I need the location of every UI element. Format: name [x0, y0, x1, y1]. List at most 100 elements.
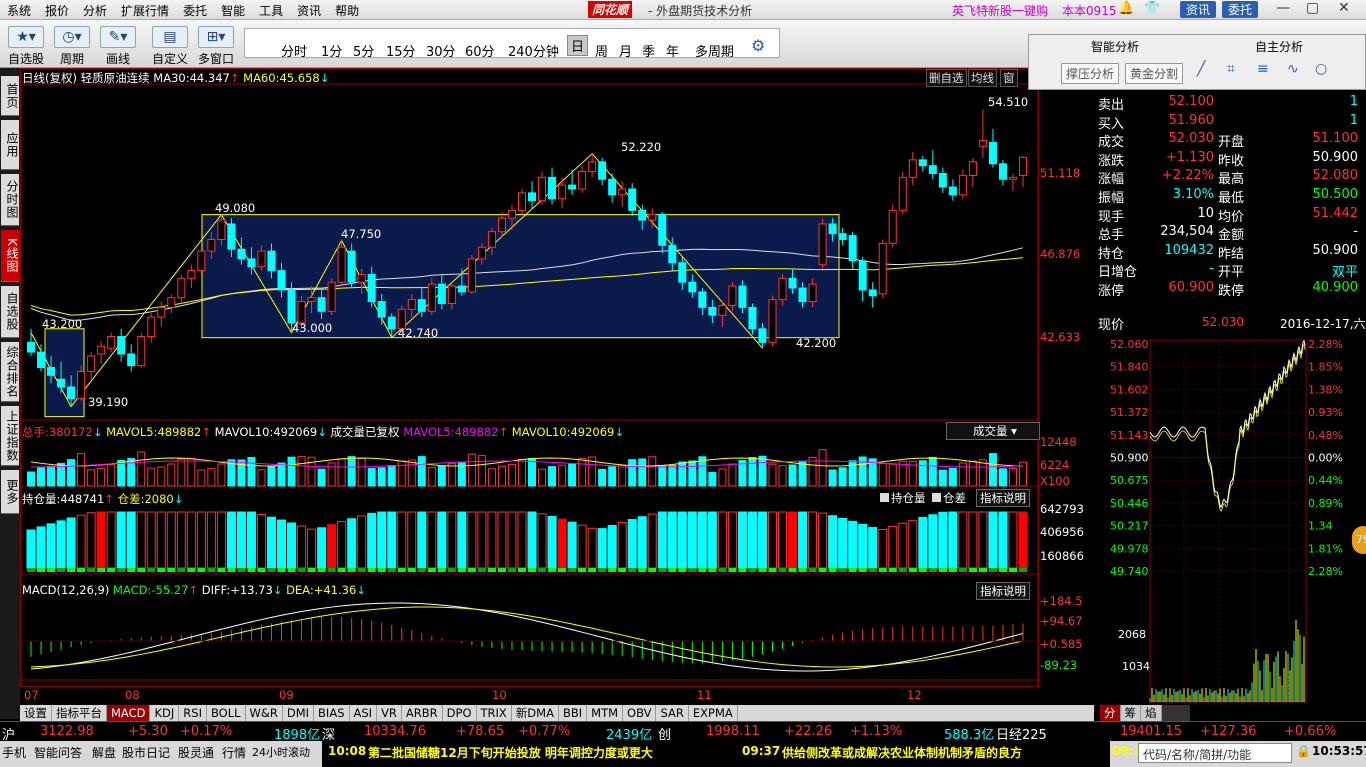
indicator-tab[interactable]: DMI: [283, 705, 315, 721]
indicator-tab[interactable]: MTM: [587, 705, 624, 721]
indicator-tab[interactable]: DPO: [443, 705, 477, 721]
mini-tab-flame[interactable]: 焰: [1141, 705, 1162, 721]
indicator-tab[interactable]: ASI: [350, 705, 378, 721]
status-mobile[interactable]: 手机: [2, 744, 26, 761]
multi-window-button[interactable]: ⊞▾ 多窗口: [194, 24, 238, 66]
indicator-tab[interactable]: TRIX: [477, 705, 512, 721]
period-button[interactable]: ◷▾ 周期: [50, 24, 94, 66]
mini-tab-time[interactable]: 分: [1100, 705, 1121, 721]
mini-timeshare-chart[interactable]: 52.060 2.28% 51.840 1.85% 51.602 1.38% 51.372 0…: [1094, 336, 1366, 706]
period-1min[interactable]: 1分: [321, 41, 342, 60]
side-tab-more[interactable]: 更多: [1, 470, 19, 514]
indicator-tab[interactable]: SAR: [656, 705, 689, 721]
kline-chart-area[interactable]: 日线(复权) 轻质原油连续 MA30:44.347↑ MA60:45.658↓ …: [20, 68, 1094, 705]
wave-tool-icon[interactable]: ∿: [1287, 61, 1299, 77]
indicator-tab[interactable]: RSI: [179, 705, 207, 721]
circle-tool-icon[interactable]: ○: [1315, 61, 1327, 77]
period-15min[interactable]: 15分: [386, 41, 416, 60]
golden-section-button[interactable]: 黄金分割: [1125, 63, 1184, 84]
custom-button[interactable]: ▤ 自定义: [148, 24, 192, 66]
side-tab-watchlist[interactable]: 自选股: [1, 286, 19, 338]
menu-quote[interactable]: 报价: [38, 0, 76, 21]
account-name[interactable]: 本本0915: [1062, 2, 1117, 19]
close-icon[interactable]: ✕: [1338, 0, 1350, 16]
menu-info[interactable]: 资讯: [290, 0, 328, 21]
rect-tool-icon[interactable]: ⌗: [1227, 61, 1235, 77]
menu-trade[interactable]: 委托: [176, 0, 214, 21]
menu-system[interactable]: 系统: [0, 0, 38, 21]
menu-analysis[interactable]: 分析: [76, 0, 114, 21]
macd-indicator-help-button[interactable]: 指标说明: [976, 582, 1030, 600]
period-day[interactable]: 日: [567, 35, 589, 56]
period-fenshi[interactable]: 分时: [281, 41, 307, 60]
status-24h[interactable]: 24小时滚动: [252, 744, 310, 760]
news-headline[interactable]: 供给侧改革或成解决农业体制机制矛盾的良方: [782, 744, 1022, 761]
lock-icon[interactable]: 🔒: [1296, 744, 1311, 758]
status-quote[interactable]: 行情: [222, 744, 246, 761]
window-button[interactable]: 窗: [1000, 69, 1018, 87]
oi-diff-checkbox[interactable]: 仓差: [932, 490, 966, 506]
side-tab-timeshare[interactable]: 分时图: [1, 174, 19, 226]
side-tab-ranking[interactable]: 综合排名: [1, 342, 19, 402]
line-tool-icon[interactable]: ╱: [1197, 61, 1205, 77]
search-input[interactable]: 代码/名称/简拼/功能: [1138, 743, 1292, 763]
indicator-tab[interactable]: W&R: [246, 705, 283, 721]
status-qa[interactable]: 智能问答: [34, 744, 82, 761]
period-quarter[interactable]: 季: [642, 41, 655, 60]
side-tab-home[interactable]: 首页: [1, 76, 19, 116]
minimize-icon[interactable]: —: [1276, 0, 1290, 16]
mini-tab-chips[interactable]: 筹: [1120, 705, 1141, 721]
period-week[interactable]: 周: [595, 41, 608, 60]
period-year[interactable]: 年: [666, 41, 679, 60]
watchlist-button[interactable]: ★▾ 自选股: [4, 24, 48, 66]
indicator-tab[interactable]: VR: [377, 705, 402, 721]
menu-tools[interactable]: 工具: [252, 0, 290, 21]
indicator-tab[interactable]: EXPMA: [689, 705, 738, 721]
menu-smart[interactable]: 智能: [214, 0, 252, 21]
fib-tool-icon[interactable]: ≡: [1257, 61, 1269, 77]
period-multi[interactable]: 多周期: [695, 41, 734, 60]
news-ticker[interactable]: 10:08 第二批国储糖12月下旬开始投放 明年调控力度或更大 09:37 供给…: [322, 741, 1142, 767]
indicator-tab[interactable]: 设置: [20, 705, 52, 721]
shirt-icon[interactable]: 👕: [1144, 1, 1160, 16]
oi-indicator-help-button[interactable]: 指标说明: [976, 489, 1030, 507]
indicator-tab[interactable]: ARBR: [402, 705, 443, 721]
gear-icon[interactable]: ⚙: [751, 36, 765, 55]
period-240min[interactable]: 240分钟: [508, 41, 559, 60]
indicator-tab[interactable]: OBV: [623, 705, 657, 721]
status-diary[interactable]: 股市日记: [122, 744, 170, 761]
volume-indicator-select[interactable]: 成交量 ▾: [946, 422, 1040, 440]
self-analysis-tab[interactable]: 自主分析: [1255, 38, 1303, 55]
ad-link[interactable]: 英飞特新股一键购: [952, 2, 1048, 19]
news-headline[interactable]: 第二批国储糖12月下旬开始投放 明年调控力度或更大: [368, 744, 653, 761]
status-gulingtong[interactable]: 股灵通: [178, 744, 214, 761]
float-badge[interactable]: 79: [1352, 526, 1366, 554]
indicator-tab[interactable]: BOLL: [207, 705, 246, 721]
menu-ext-quote[interactable]: 扩展行情: [114, 0, 176, 21]
period-5min[interactable]: 5分: [353, 41, 374, 60]
indicator-tab[interactable]: BBI: [559, 705, 588, 721]
support-pressure-button[interactable]: 撑压分析: [1061, 63, 1120, 84]
status-jiepan[interactable]: 解盘: [92, 744, 116, 761]
period-month[interactable]: 月: [619, 41, 632, 60]
indicator-tab[interactable]: KDJ: [150, 705, 180, 721]
maximize-icon[interactable]: ▢: [1306, 0, 1319, 16]
trade-button[interactable]: 委托: [1222, 1, 1259, 18]
indicator-tab[interactable]: MACD: [107, 705, 151, 721]
oi-checkbox[interactable]: 持仓量: [880, 490, 926, 506]
bell-icon[interactable]: 🔔: [1118, 1, 1134, 16]
draw-line-button[interactable]: ✎▾ 画线: [96, 24, 140, 66]
side-tab-apps[interactable]: 应用: [1, 120, 19, 170]
indicator-tab[interactable]: 新DMA: [512, 705, 559, 721]
period-60min[interactable]: 60分: [465, 41, 495, 60]
remove-watchlist-button[interactable]: 删自选: [926, 69, 967, 87]
ma-button[interactable]: 均线: [968, 69, 997, 87]
indicator-tab[interactable]: BIAS: [314, 705, 350, 721]
side-tab-sh-index[interactable]: 上证指数: [1, 406, 19, 466]
smart-analysis-tab[interactable]: 智能分析: [1091, 38, 1139, 55]
indicator-tab[interactable]: 指标平台: [52, 705, 107, 721]
info-button[interactable]: 资讯: [1180, 1, 1217, 18]
side-tab-kline[interactable]: K线图: [1, 230, 19, 282]
menu-help[interactable]: 帮助: [328, 0, 366, 21]
period-30min[interactable]: 30分: [426, 41, 456, 60]
